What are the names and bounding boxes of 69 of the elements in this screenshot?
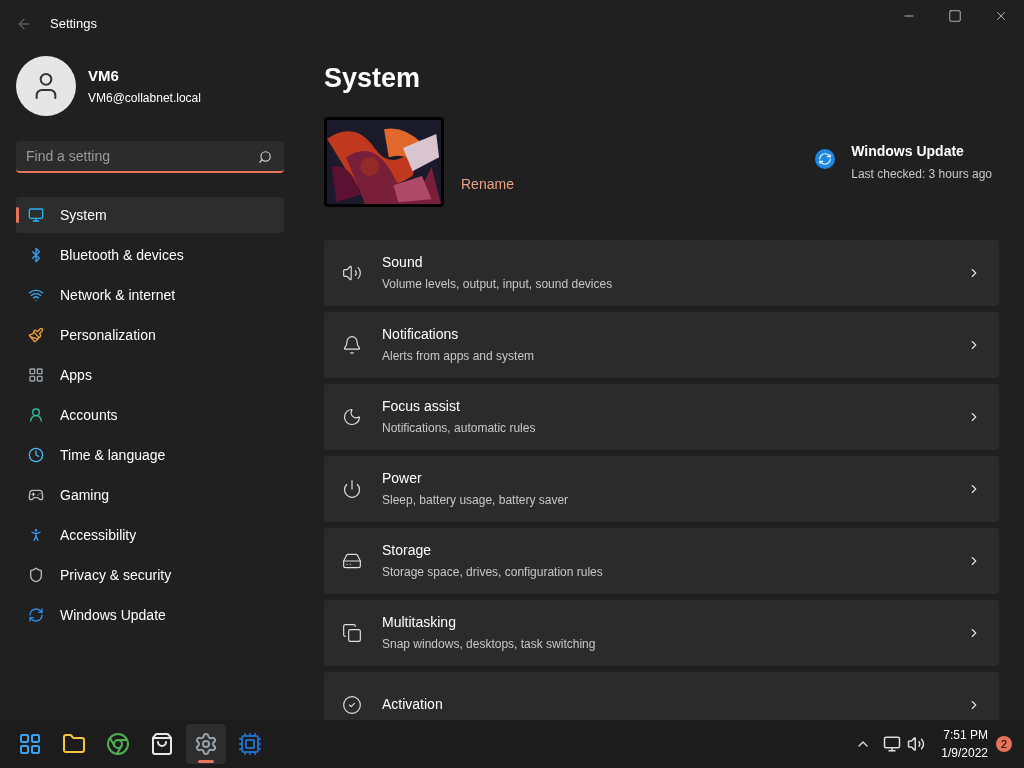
sidebar-item[interactable]: Windows Update	[16, 597, 284, 633]
settings-card[interactable]: Notifications Alerts from apps and system	[324, 311, 999, 378]
page-title: System	[324, 62, 422, 95]
notification-count[interactable]: 2	[996, 736, 1012, 752]
card-description: Alerts from apps and system	[382, 348, 535, 365]
sidebar-item[interactable]: Network & internet	[16, 277, 284, 313]
card-description: Storage space, drives, configuration rules	[382, 564, 603, 581]
card-title: Notifications	[382, 325, 460, 344]
browser-icon	[106, 732, 130, 756]
moon-icon	[342, 406, 362, 427]
rename-link[interactable]: Rename	[461, 173, 514, 195]
settings-card[interactable]: Power Sleep, battery usage, battery saver	[324, 455, 999, 522]
chip-icon	[238, 732, 262, 756]
sidebar-item[interactable]: Personalization	[16, 317, 284, 353]
update-icon	[28, 607, 44, 623]
settings-card[interactable]: Activation	[324, 671, 999, 720]
settings-card[interactable]: Sound Volume levels, output, input, sound devices	[324, 239, 999, 306]
maximize-icon	[948, 9, 962, 23]
sidebar-item[interactable]: Gaming	[16, 477, 284, 513]
sidebar-item[interactable]: Privacy & security	[16, 557, 284, 593]
update-status: Last checked: 3 hours ago	[851, 165, 992, 183]
clock-date[interactable]: 1/9/2022	[941, 744, 988, 762]
clock-icon	[28, 447, 44, 463]
close-icon	[994, 9, 1008, 23]
network-icon[interactable]	[883, 735, 902, 753]
card-description: Notifications, automatic rules	[382, 420, 536, 437]
clock-time[interactable]: 7:51 PM	[943, 726, 988, 744]
apps-icon	[28, 367, 44, 383]
person-icon	[28, 407, 44, 423]
window-title: Settings	[50, 15, 97, 34]
update-title[interactable]: Windows Update	[851, 140, 992, 162]
monitor-icon	[28, 207, 44, 223]
search-icon[interactable]	[258, 150, 272, 164]
check-circle-icon	[342, 694, 362, 715]
settings-card[interactable]: Storage Storage space, drives, configuration rules	[324, 527, 999, 594]
accessibility-icon	[28, 527, 44, 543]
card-title: Sound	[382, 253, 424, 272]
card-description: Volume levels, output, input, sound devices	[382, 276, 613, 293]
start-icon	[18, 732, 42, 756]
settings-card[interactable]: Multitasking Snap windows, desktops, task switching	[324, 599, 999, 666]
gamepad-icon	[28, 487, 44, 503]
sidebar-item[interactable]: Time & language	[16, 437, 284, 473]
card-title: Activation	[382, 695, 443, 714]
profile-email: VM6@collabnet.local	[88, 89, 201, 107]
card-title: Power	[382, 469, 423, 488]
windows-icon	[342, 622, 362, 643]
sidebar-item[interactable]: Accounts	[16, 397, 284, 433]
speaker-icon[interactable]	[907, 735, 926, 753]
card-description: Sleep, battery usage, battery saver	[382, 492, 569, 509]
update-icon	[815, 148, 836, 169]
card-description: Snap windows, desktops, task switching	[382, 636, 596, 653]
sidebar-item[interactable]: Accessibility	[16, 517, 284, 553]
card-title: Focus assist	[382, 397, 461, 416]
settings-card[interactable]: Focus assist Notifications, automatic rules	[324, 383, 999, 450]
wifi-icon	[28, 287, 44, 303]
sidebar-item[interactable]: System	[16, 197, 284, 233]
sidebar-item[interactable]: Apps	[16, 357, 284, 393]
card-title: Multitasking	[382, 613, 457, 632]
brush-icon	[28, 327, 44, 343]
folder-icon	[62, 732, 86, 756]
store-icon	[150, 732, 174, 756]
shield-icon	[28, 567, 44, 583]
gear-icon	[194, 732, 218, 756]
power-icon	[342, 478, 362, 499]
card-title: Storage	[382, 541, 433, 560]
sidebar-item[interactable]: Bluetooth & devices	[16, 237, 284, 273]
search-field[interactable]: Find a setting	[16, 141, 284, 173]
bell-icon	[342, 334, 362, 355]
profile-name: VM6	[88, 66, 120, 87]
